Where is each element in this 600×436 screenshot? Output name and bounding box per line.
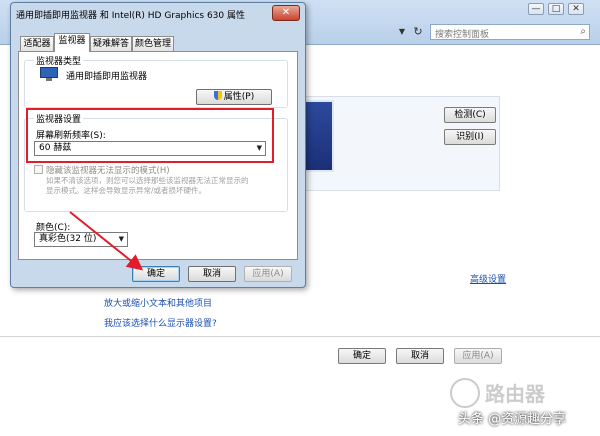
detect-button[interactable]: 检测(C)	[444, 107, 496, 123]
minimize-button[interactable]: —	[528, 3, 544, 15]
ok-button[interactable]: 确定	[132, 266, 180, 282]
advanced-settings-link[interactable]: 高级设置	[470, 272, 506, 285]
refresh-icon[interactable]: ↻	[410, 24, 426, 40]
shield-icon	[213, 91, 222, 100]
display-help-link[interactable]: 我应该选择什么显示器设置?	[104, 316, 217, 329]
hide-modes-label: 隐藏该监视器无法显示的模式(H)	[46, 166, 170, 176]
router-watermark-icon	[450, 378, 480, 408]
apply-button[interactable]: 应用(A)	[244, 266, 292, 282]
chevron-down-icon[interactable]: ▼	[395, 24, 409, 40]
search-input[interactable]: 搜索控制面板 ⌕	[430, 24, 590, 40]
monitor-icon	[40, 67, 58, 81]
router-watermark: 路由器	[485, 382, 545, 406]
hide-modes-description-1: 如果不清该选项，则您可以选择那些该监视器无法正常显示的	[46, 176, 249, 185]
credit-watermark: 头条 @资源趣分享	[458, 412, 567, 427]
background-apply-button[interactable]: 应用(A)	[454, 348, 502, 364]
text-size-link[interactable]: 放大或缩小文本和其他项目	[104, 296, 212, 309]
monitor-properties-button[interactable]: 属性(P)	[196, 89, 272, 105]
identify-button[interactable]: 识别(I)	[444, 129, 496, 145]
tab-color-management[interactable]: 颜色管理	[132, 36, 174, 51]
background-cancel-button[interactable]: 取消	[396, 348, 444, 364]
tab-monitor[interactable]: 监视器	[54, 33, 90, 52]
chevron-down-icon: ▼	[118, 235, 124, 243]
divider	[0, 336, 600, 337]
tab-adapter[interactable]: 适配器	[20, 36, 54, 51]
color-depth-select[interactable]: 真彩色(32 位) ▼	[34, 232, 128, 247]
close-window-button[interactable]: ✕	[568, 3, 584, 15]
highlight-box	[26, 108, 274, 163]
dialog-title: 通用即插即用监视器 和 Intel(R) HD Graphics 630 属性	[16, 11, 245, 21]
tab-troubleshoot[interactable]: 疑难解答	[90, 36, 132, 51]
monitor-type-label: 监视器类型	[34, 54, 84, 67]
cancel-button[interactable]: 取消	[188, 266, 236, 282]
background-ok-button[interactable]: 确定	[338, 348, 386, 364]
properties-button-label: 属性(P)	[223, 92, 255, 102]
maximize-button[interactable]: □	[548, 3, 564, 15]
monitor-name: 通用即插即用监视器	[66, 72, 148, 82]
dialog-close-button[interactable]: ✕	[272, 5, 300, 21]
hide-modes-checkbox[interactable]	[34, 165, 43, 174]
search-icon: ⌕	[580, 26, 586, 37]
hide-modes-description-2: 显示模式。这样会导致显示异常/或者损坏硬件。	[46, 186, 207, 195]
search-placeholder: 搜索控制面板	[435, 30, 490, 40]
color-depth-value: 真彩色(32 位)	[39, 234, 97, 244]
